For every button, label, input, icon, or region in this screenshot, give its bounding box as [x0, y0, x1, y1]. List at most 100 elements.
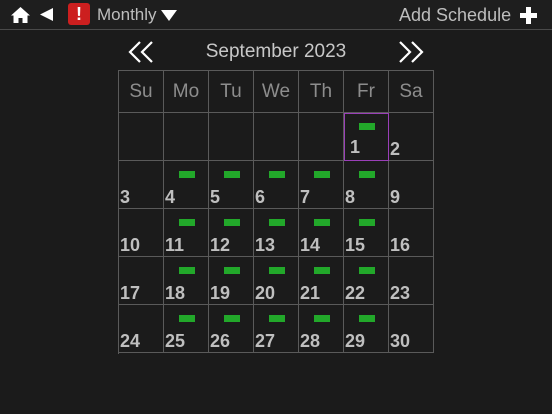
plus-icon [520, 7, 537, 24]
event-indicator [359, 123, 375, 130]
empty-day-cell [119, 113, 164, 161]
weekday-header: Mo [164, 71, 209, 113]
day-number: 3 [120, 187, 131, 207]
day-cell[interactable]: 30 [389, 305, 434, 353]
day-cell[interactable]: 14 [299, 209, 344, 257]
day-cell[interactable]: 21 [299, 257, 344, 305]
day-cell[interactable]: 10 [119, 209, 164, 257]
day-cell[interactable]: 13 [254, 209, 299, 257]
day-cell[interactable]: 18 [164, 257, 209, 305]
double-chevron-right-icon[interactable] [396, 41, 426, 63]
day-number: 8 [345, 187, 356, 207]
day-number: 23 [390, 283, 411, 303]
empty-day-cell [164, 113, 209, 161]
event-indicator [359, 171, 375, 178]
weekday-header: Fr [344, 71, 389, 113]
day-number: 6 [255, 187, 266, 207]
day-number: 13 [255, 235, 276, 255]
day-number: 29 [345, 331, 366, 351]
top-toolbar: ! Monthly Add Schedule [0, 0, 552, 30]
day-number: 30 [390, 331, 411, 351]
day-number: 5 [210, 187, 221, 207]
event-indicator [359, 219, 375, 226]
day-cell[interactable]: 29 [344, 305, 389, 353]
day-cell[interactable]: 24 [119, 305, 164, 353]
day-number: 14 [300, 235, 321, 255]
month-title: September 2023 [205, 41, 347, 62]
day-cell[interactable]: 12 [209, 209, 254, 257]
event-indicator [179, 267, 195, 274]
day-cell[interactable]: 20 [254, 257, 299, 305]
weekday-header: Th [299, 71, 344, 113]
day-number: 19 [210, 283, 231, 303]
day-cell[interactable]: 1 [344, 113, 389, 161]
day-cell[interactable]: 16 [389, 209, 434, 257]
day-number: 21 [300, 283, 321, 303]
weekday-header: We [254, 71, 299, 113]
event-indicator [314, 315, 330, 322]
event-indicator [269, 267, 285, 274]
day-cell[interactable]: 15 [344, 209, 389, 257]
day-number: 28 [300, 331, 321, 351]
back-arrow-icon[interactable] [39, 7, 54, 22]
day-number: 10 [120, 235, 141, 255]
day-cell[interactable]: 22 [344, 257, 389, 305]
event-indicator [269, 219, 285, 226]
event-indicator [314, 219, 330, 226]
double-chevron-left-icon[interactable] [126, 41, 156, 63]
empty-day-cell [299, 113, 344, 161]
day-cell[interactable]: 26 [209, 305, 254, 353]
day-number: 25 [165, 331, 186, 351]
weekday-header: Sa [389, 71, 434, 113]
day-cell[interactable]: 17 [119, 257, 164, 305]
event-indicator [179, 171, 195, 178]
event-indicator [224, 315, 240, 322]
day-number: 12 [210, 235, 231, 255]
event-indicator [224, 171, 240, 178]
day-number: 22 [345, 283, 366, 303]
day-cell[interactable]: 8 [344, 161, 389, 209]
day-cell[interactable]: 19 [209, 257, 254, 305]
event-indicator [224, 267, 240, 274]
day-cell[interactable]: 3 [119, 161, 164, 209]
event-indicator [179, 219, 195, 226]
day-number: 18 [165, 283, 186, 303]
day-number: 24 [120, 331, 141, 351]
day-cell[interactable]: 5 [209, 161, 254, 209]
add-schedule-label: Add Schedule [399, 5, 512, 25]
day-number: 9 [390, 187, 401, 207]
day-cell[interactable]: 9 [389, 161, 434, 209]
day-number: 27 [255, 331, 276, 351]
day-cell[interactable]: 11 [164, 209, 209, 257]
event-indicator [314, 171, 330, 178]
day-cell[interactable]: 2 [389, 113, 434, 161]
view-mode-select[interactable]: Monthly [97, 4, 177, 26]
day-cell[interactable]: 6 [254, 161, 299, 209]
day-cell[interactable]: 23 [389, 257, 434, 305]
empty-day-cell [254, 113, 299, 161]
empty-day-cell [209, 113, 254, 161]
day-number: 16 [390, 235, 411, 255]
weekday-header: Su [119, 71, 164, 113]
day-cell[interactable]: 4 [164, 161, 209, 209]
day-number: 11 [165, 235, 185, 255]
day-number: 15 [345, 235, 366, 255]
day-cell[interactable]: 28 [299, 305, 344, 353]
event-indicator [224, 219, 240, 226]
add-schedule-button[interactable]: Add Schedule [399, 4, 544, 26]
day-number: 1 [350, 137, 361, 157]
day-number: 4 [165, 187, 176, 207]
day-cell[interactable]: 27 [254, 305, 299, 353]
day-cell[interactable]: 7 [299, 161, 344, 209]
month-navigation: September 2023 [118, 38, 434, 68]
event-indicator [269, 171, 285, 178]
day-number: 20 [255, 283, 276, 303]
home-icon[interactable] [10, 6, 31, 24]
event-indicator [359, 315, 375, 322]
day-number: 7 [300, 187, 311, 207]
alert-icon[interactable]: ! [68, 3, 90, 25]
weekday-header: Tu [209, 71, 254, 113]
day-cell[interactable]: 25 [164, 305, 209, 353]
view-mode-label: Monthly [97, 5, 157, 24]
day-number: 17 [120, 283, 141, 303]
